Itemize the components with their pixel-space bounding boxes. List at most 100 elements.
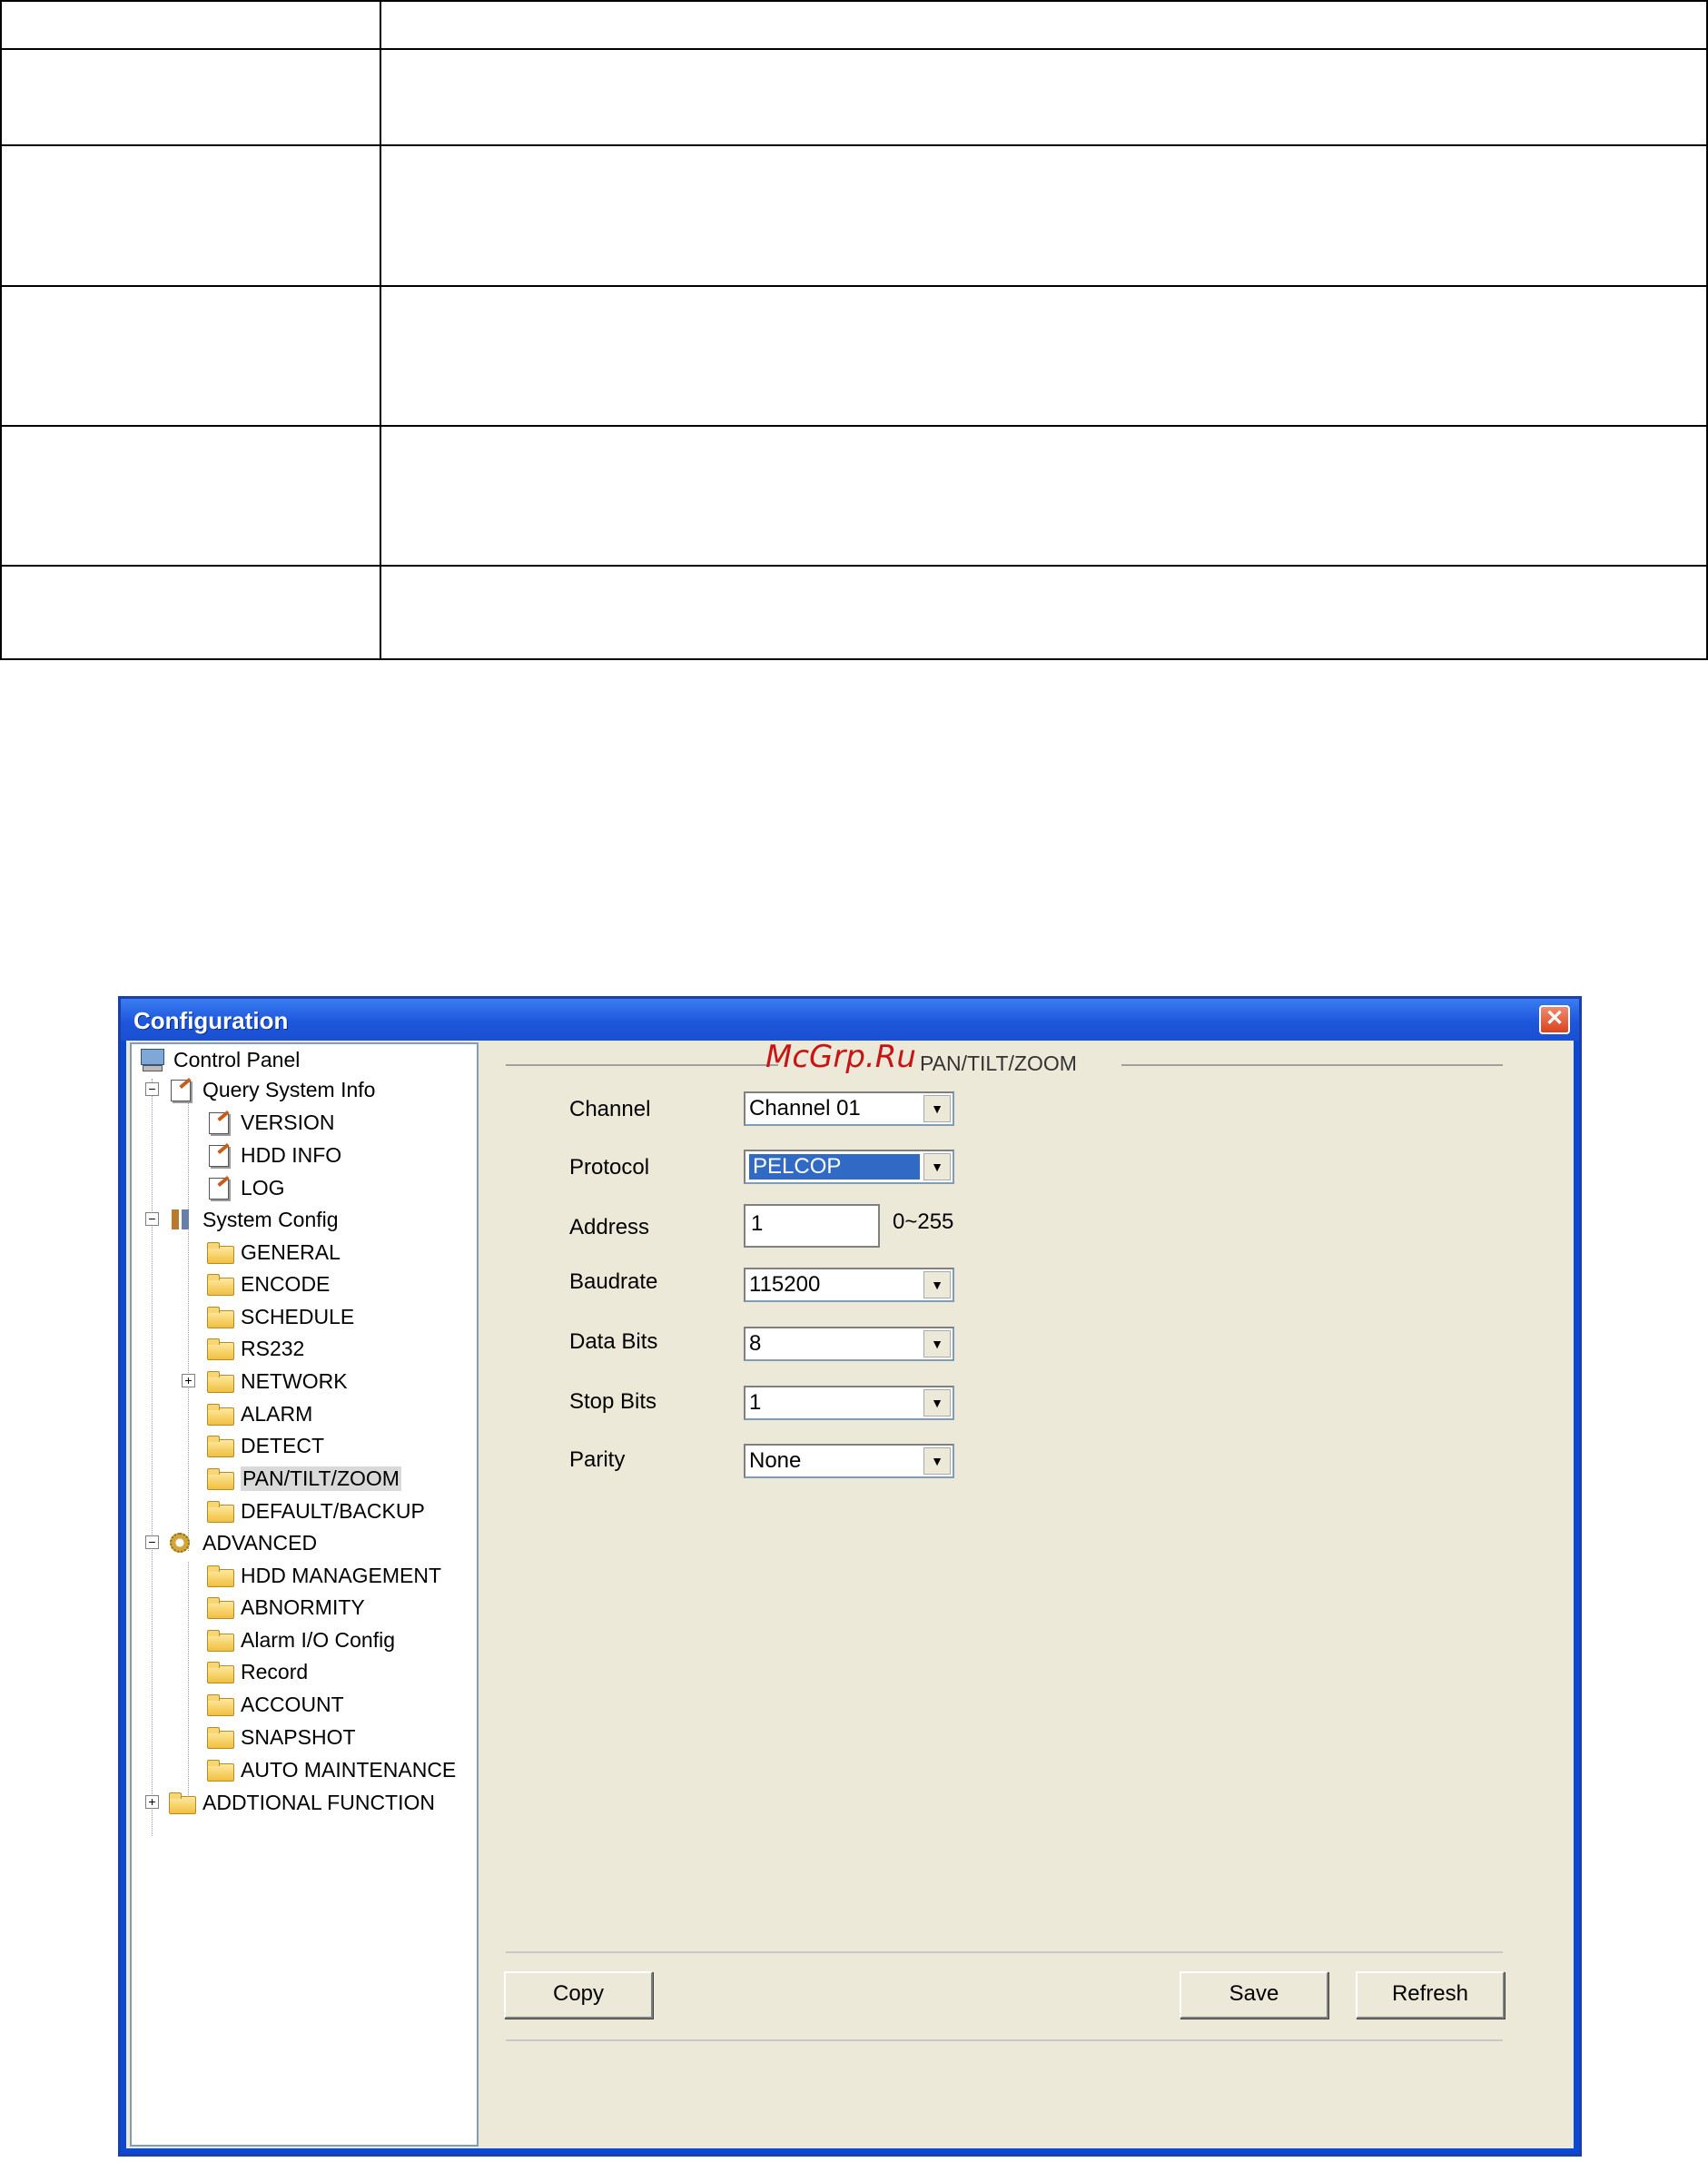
tree-item-rs232[interactable]: RS232 bbox=[206, 1333, 304, 1364]
dropdown-arrow-icon[interactable]: ▼ bbox=[923, 1095, 951, 1122]
title-bar[interactable]: Configuration ✕ bbox=[121, 999, 1579, 1041]
dropdown-arrow-icon[interactable]: ▼ bbox=[923, 1389, 951, 1417]
tree-item-additional-function[interactable]: ADDTIONAL FUNCTION bbox=[168, 1787, 435, 1818]
gears-icon bbox=[168, 1531, 195, 1555]
tree-item-abnormity[interactable]: ABNORMITY bbox=[206, 1592, 365, 1623]
data-bits-select[interactable]: 8 ▼ bbox=[744, 1327, 954, 1361]
dropdown-arrow-icon[interactable]: ▼ bbox=[923, 1153, 951, 1180]
protocol-label: Protocol bbox=[569, 1155, 650, 1180]
tree-item-detect[interactable]: DETECT bbox=[206, 1430, 324, 1461]
table-cell bbox=[380, 565, 1708, 660]
table-cell bbox=[0, 0, 381, 50]
folder-icon bbox=[206, 1595, 234, 1619]
table-cell bbox=[0, 48, 381, 146]
groupbox-border bbox=[506, 1064, 778, 1066]
document-edit-icon bbox=[206, 1176, 233, 1199]
expand-toggle[interactable]: + bbox=[145, 1795, 159, 1809]
collapse-toggle[interactable]: − bbox=[145, 1535, 159, 1549]
folder-icon bbox=[206, 1758, 234, 1782]
collapse-toggle[interactable]: − bbox=[145, 1082, 159, 1096]
tree-item-pan-tilt-zoom[interactable]: PAN/TILT/ZOOM bbox=[206, 1463, 401, 1494]
save-button[interactable]: Save bbox=[1180, 1971, 1328, 2019]
tree-connector bbox=[188, 1562, 189, 1804]
folder-icon bbox=[206, 1272, 234, 1296]
tree-item-default-backup[interactable]: DEFAULT/BACKUP bbox=[206, 1496, 425, 1526]
tree-item-version[interactable]: VERSION bbox=[206, 1107, 335, 1138]
copy-button[interactable]: Copy bbox=[504, 1971, 653, 2019]
document-table bbox=[0, 0, 1708, 660]
table-cell bbox=[380, 144, 1708, 287]
table-cell bbox=[0, 565, 381, 660]
open-folder-icon bbox=[206, 1466, 234, 1490]
folder-icon bbox=[206, 1305, 234, 1328]
tree-item-account[interactable]: ACCOUNT bbox=[206, 1689, 344, 1720]
tree-item-general[interactable]: GENERAL bbox=[206, 1237, 341, 1268]
address-label: Address bbox=[569, 1215, 650, 1239]
table-cell bbox=[0, 144, 381, 287]
tree-item-record[interactable]: Record bbox=[206, 1656, 308, 1687]
separator bbox=[506, 1951, 1503, 1953]
table-cell bbox=[380, 0, 1708, 50]
folder-icon bbox=[206, 1660, 234, 1683]
navigation-tree[interactable]: Control Panel − Query System Info VERSIO… bbox=[130, 1042, 479, 2147]
address-input[interactable]: 1 bbox=[744, 1204, 880, 1248]
tree-item-encode[interactable]: ENCODE bbox=[206, 1269, 330, 1299]
protocol-select[interactable]: PELCOP ▼ bbox=[744, 1150, 954, 1184]
expand-toggle[interactable]: + bbox=[182, 1374, 195, 1387]
folder-icon bbox=[206, 1240, 234, 1264]
close-icon: ✕ bbox=[1545, 1006, 1565, 1031]
table-cell bbox=[0, 285, 381, 427]
parity-select[interactable]: None ▼ bbox=[744, 1444, 954, 1478]
tree-connector bbox=[188, 1228, 189, 1551]
configuration-window: Configuration ✕ Control Panel − Query Sy… bbox=[118, 996, 1582, 2157]
separator bbox=[506, 2039, 1503, 2041]
baudrate-select[interactable]: 115200 ▼ bbox=[744, 1268, 954, 1302]
document-edit-icon bbox=[206, 1111, 233, 1134]
address-range-hint: 0~255 bbox=[893, 1209, 954, 1234]
tree-item-alarm-io-config[interactable]: Alarm I/O Config bbox=[206, 1624, 395, 1655]
folder-icon bbox=[168, 1791, 196, 1814]
tools-icon bbox=[168, 1208, 195, 1231]
tree-item-query-system-info[interactable]: Query System Info bbox=[168, 1074, 375, 1105]
refresh-button[interactable]: Refresh bbox=[1356, 1971, 1505, 2019]
folder-icon bbox=[206, 1369, 234, 1393]
parity-label: Parity bbox=[569, 1447, 626, 1472]
tree-item-control-panel[interactable]: Control Panel bbox=[139, 1044, 300, 1075]
stop-bits-select[interactable]: 1 ▼ bbox=[744, 1386, 954, 1420]
tree-item-hdd-info[interactable]: HDD INFO bbox=[206, 1140, 341, 1170]
stop-bits-label: Stop Bits bbox=[569, 1389, 657, 1414]
folder-icon bbox=[206, 1337, 234, 1360]
folder-icon bbox=[206, 1725, 234, 1749]
dropdown-arrow-icon[interactable]: ▼ bbox=[923, 1447, 951, 1475]
collapse-toggle[interactable]: − bbox=[145, 1212, 159, 1226]
tree-item-auto-maintenance[interactable]: AUTO MAINTENANCE bbox=[206, 1754, 456, 1785]
tree-item-system-config[interactable]: System Config bbox=[168, 1204, 339, 1235]
folder-icon bbox=[206, 1499, 234, 1523]
folder-icon bbox=[206, 1628, 234, 1652]
document-edit-icon bbox=[206, 1143, 233, 1167]
tree-item-log[interactable]: LOG bbox=[206, 1172, 285, 1203]
channel-select[interactable]: Channel 01 ▼ bbox=[744, 1091, 954, 1126]
baudrate-label: Baudrate bbox=[569, 1269, 658, 1294]
table-cell bbox=[380, 48, 1708, 146]
folder-icon bbox=[206, 1564, 234, 1587]
document-edit-icon bbox=[168, 1078, 195, 1101]
folder-icon bbox=[206, 1434, 234, 1457]
folder-icon bbox=[206, 1402, 234, 1426]
section-title: PAN/TILT/ZOOM bbox=[914, 1051, 1082, 1076]
tree-item-network[interactable]: NETWORK bbox=[206, 1366, 348, 1397]
dropdown-arrow-icon[interactable]: ▼ bbox=[923, 1271, 951, 1298]
tree-item-advanced[interactable]: ADVANCED bbox=[168, 1527, 317, 1558]
window-title: Configuration bbox=[133, 1007, 289, 1034]
table-cell bbox=[380, 425, 1708, 567]
tree-item-alarm[interactable]: ALARM bbox=[206, 1398, 312, 1429]
close-button[interactable]: ✕ bbox=[1539, 1005, 1570, 1034]
folder-icon bbox=[206, 1693, 234, 1716]
watermark: McGrp.Ru bbox=[765, 1039, 916, 1075]
tree-item-hdd-management[interactable]: HDD MANAGEMENT bbox=[206, 1560, 441, 1591]
tree-item-snapshot[interactable]: SNAPSHOT bbox=[206, 1722, 356, 1752]
tree-item-schedule[interactable]: SCHEDULE bbox=[206, 1301, 354, 1332]
groupbox-border bbox=[1121, 1064, 1503, 1066]
tree-connector bbox=[188, 1099, 189, 1217]
dropdown-arrow-icon[interactable]: ▼ bbox=[923, 1330, 951, 1357]
